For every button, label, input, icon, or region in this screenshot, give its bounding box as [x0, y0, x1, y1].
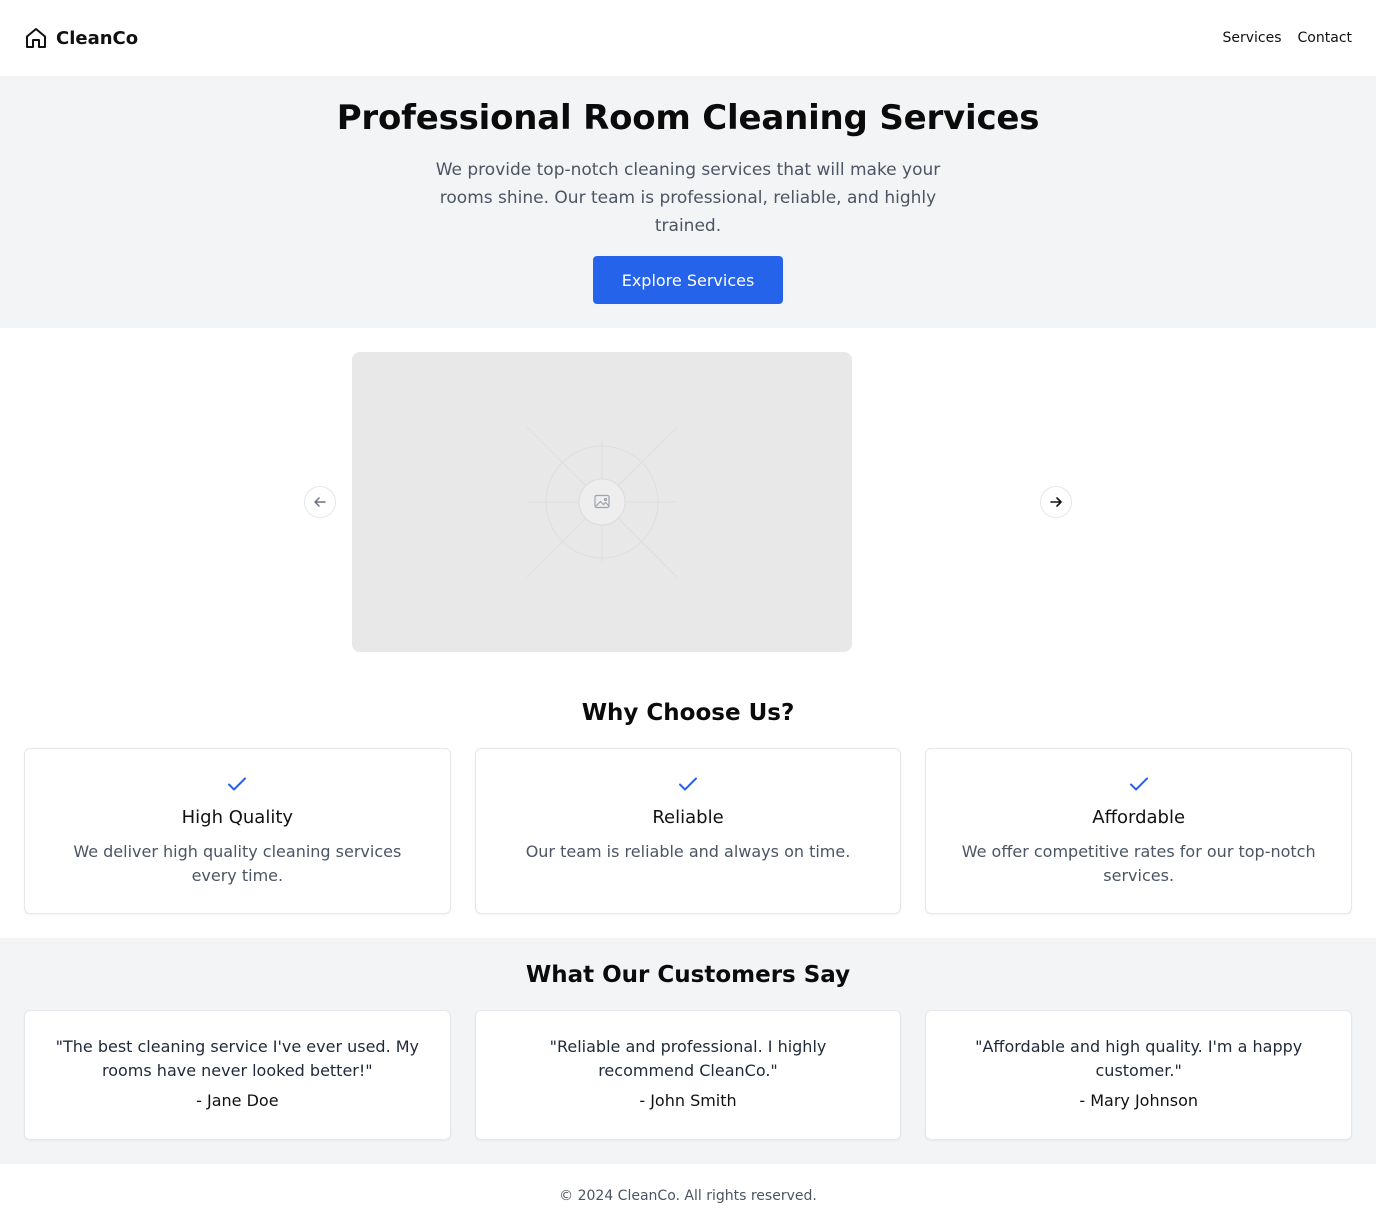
- carousel-slide-image: [352, 352, 852, 652]
- feature-card: Affordable We offer competitive rates fo…: [925, 748, 1353, 914]
- testimonials-section: What Our Customers Say "The best cleanin…: [0, 938, 1376, 1164]
- testimonial-quote: "Reliable and professional. I highly rec…: [549, 1037, 827, 1080]
- feature-card: High Quality We deliver high quality cle…: [24, 748, 451, 914]
- feature-title: High Quality: [181, 807, 294, 828]
- hero-section: Professional Room Cleaning Services We p…: [0, 76, 1376, 328]
- features-list: High Quality We deliver high quality cle…: [24, 748, 1353, 914]
- feature-text: We deliver high quality cleaning service…: [73, 842, 402, 885]
- explore-services-button[interactable]: Explore Services: [593, 256, 783, 304]
- testimonial-author: - Mary Johnson: [1079, 1091, 1198, 1110]
- testimonial-quote: "The best cleaning service I've ever use…: [55, 1037, 420, 1080]
- site-header: CleanCo Services Contact: [0, 0, 1376, 76]
- testimonial-card: "Reliable and professional. I highly rec…: [474, 1010, 902, 1140]
- feature-title: Affordable: [1092, 807, 1186, 828]
- features-title: Why Choose Us?: [581, 700, 795, 726]
- testimonial-author: - John Smith: [639, 1091, 737, 1110]
- nav-link-contact[interactable]: Contact: [1298, 30, 1352, 46]
- carousel-prev-button[interactable]: [304, 486, 336, 518]
- feature-text: We offer competitive rates for our top-n…: [961, 842, 1316, 885]
- site-footer: © 2024 CleanCo. All rights reserved.: [0, 1164, 1376, 1228]
- carousel-next-button[interactable]: [1040, 486, 1072, 518]
- testimonial-author: - Jane Doe: [196, 1091, 279, 1110]
- check-icon: [25, 775, 450, 793]
- copyright-text: © 2024 CleanCo. All rights reserved.: [559, 1188, 817, 1204]
- hero-title: Professional Room Cleaning Services: [336, 98, 1040, 138]
- arrow-right-icon: [1049, 495, 1063, 509]
- testimonial-card: "Affordable and high quality. I'm a happ…: [925, 1010, 1353, 1140]
- image-placeholder-icon: [526, 426, 678, 578]
- check-icon: [476, 775, 901, 793]
- nav-link-services[interactable]: Services: [1222, 30, 1281, 46]
- main-nav: Services Contact: [1222, 30, 1352, 46]
- testimonial-card: "The best cleaning service I've ever use…: [24, 1010, 451, 1140]
- feature-title: Reliable: [652, 807, 724, 828]
- testimonial-quote: "Affordable and high quality. I'm a happ…: [975, 1037, 1303, 1080]
- brand-name: CleanCo: [56, 27, 139, 49]
- check-icon: [926, 775, 1351, 793]
- testimonials-title: What Our Customers Say: [525, 962, 851, 988]
- feature-card: Reliable Our team is reliable and always…: [474, 748, 902, 914]
- home-icon: [24, 26, 48, 50]
- image-carousel: [0, 328, 1376, 678]
- feature-text: Our team is reliable and always on time.: [525, 842, 851, 861]
- hero-description: We provide top-notch cleaning services t…: [435, 160, 941, 236]
- testimonials-list: "The best cleaning service I've ever use…: [24, 1010, 1353, 1140]
- brand[interactable]: CleanCo: [24, 26, 138, 50]
- arrow-left-icon: [313, 495, 327, 509]
